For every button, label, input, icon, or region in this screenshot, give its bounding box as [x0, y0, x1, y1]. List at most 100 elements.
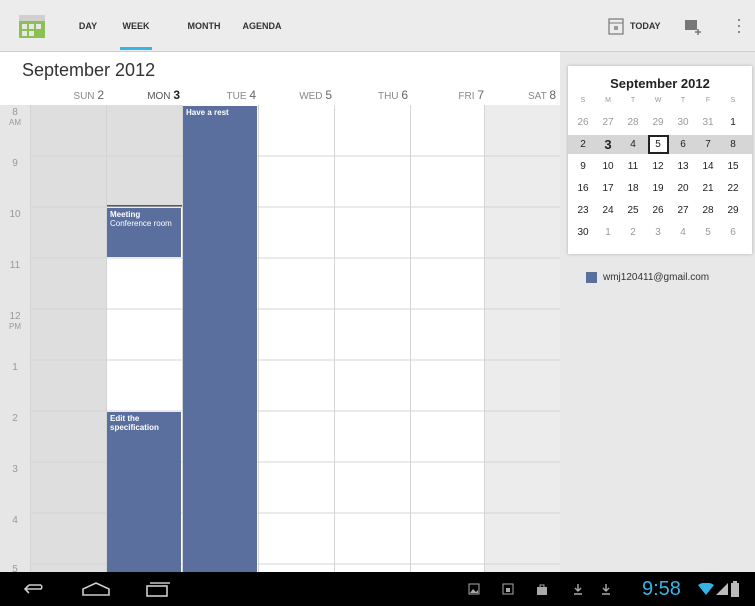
mini-day[interactable]: 29	[647, 114, 669, 132]
store-notification-icon[interactable]	[534, 572, 550, 606]
back-button[interactable]	[18, 572, 48, 606]
mini-day[interactable]: 26	[572, 114, 594, 132]
mini-day[interactable]: 31	[697, 114, 719, 132]
mini-day[interactable]: 10	[597, 158, 619, 176]
calendar-account-row[interactable]: wmj120411@gmail.com	[586, 272, 709, 283]
home-button[interactable]	[80, 572, 112, 606]
overflow-menu-icon	[738, 19, 740, 33]
today-button[interactable]: TODAY	[608, 0, 661, 52]
mini-day[interactable]: 27	[672, 202, 694, 220]
mini-day[interactable]: 1	[722, 114, 744, 132]
day-number: 6	[401, 88, 408, 102]
system-nav-bar: 9:58	[0, 572, 755, 606]
day-header-thu[interactable]: THU 6	[334, 88, 408, 104]
mini-day[interactable]: 30	[672, 114, 694, 132]
status-clock[interactable]: 9:58	[642, 572, 681, 606]
mini-day[interactable]: 20	[672, 180, 694, 198]
mini-day[interactable]: 2	[622, 224, 644, 242]
event-location: Conference room	[110, 219, 172, 228]
calendar-notification-icon[interactable]	[500, 572, 516, 606]
account-color-swatch	[586, 272, 597, 283]
mini-day[interactable]: 6	[722, 224, 744, 242]
mini-day[interactable]: 26	[647, 202, 669, 220]
grid-lines	[0, 105, 560, 572]
mini-day[interactable]: 2	[572, 136, 594, 154]
mini-day[interactable]: 4	[622, 136, 644, 154]
mini-day[interactable]: 25	[622, 202, 644, 220]
hour-label: 4	[12, 515, 18, 526]
event-meeting[interactable]: Meeting Conference room	[107, 208, 181, 257]
mini-day[interactable]: 6	[672, 136, 694, 154]
hour-label: 5	[12, 564, 18, 573]
wifi-icon	[698, 583, 714, 595]
tab-week[interactable]: WEEK	[114, 0, 158, 52]
day-header-sat[interactable]: SAT 8	[486, 88, 556, 104]
mini-day[interactable]: 21	[697, 180, 719, 198]
day-number: 8	[549, 88, 556, 102]
day-header-mon[interactable]: MON 3	[106, 88, 180, 104]
mini-day[interactable]: 23	[572, 202, 594, 220]
sidebar-panel	[560, 254, 755, 572]
day-number: 2	[97, 88, 104, 102]
mini-day[interactable]: 5	[697, 224, 719, 242]
hour-label: 12 PM	[9, 311, 21, 332]
mini-day[interactable]: 13	[672, 158, 694, 176]
mini-day[interactable]: 17	[597, 180, 619, 198]
event-edit-specification[interactable]: Edit the specification	[107, 412, 181, 572]
day-header-tue[interactable]: TUE 4	[182, 88, 256, 104]
mini-day[interactable]: 30	[572, 224, 594, 242]
mini-day[interactable]: 29	[722, 202, 744, 220]
hour-label: 1	[12, 362, 18, 373]
recent-apps-button[interactable]	[142, 572, 172, 606]
day-header-wed[interactable]: WED 5	[258, 88, 332, 104]
mini-day[interactable]: 28	[697, 202, 719, 220]
new-event-icon	[685, 20, 701, 35]
new-event-button[interactable]	[684, 0, 704, 52]
tab-day[interactable]: DAY	[70, 0, 106, 52]
mini-day[interactable]: 19	[647, 180, 669, 198]
day-header-sun[interactable]: SUN 2	[30, 88, 104, 104]
hour-label: 11	[9, 260, 21, 271]
tab-month[interactable]: MONTH	[182, 0, 226, 52]
mini-day[interactable]: 16	[572, 180, 594, 198]
mini-day-today[interactable]: 3	[597, 136, 619, 154]
today-label: TODAY	[630, 21, 661, 31]
mini-day[interactable]: 7	[697, 136, 719, 154]
mini-day-selected[interactable]: 5	[647, 136, 669, 154]
page-title: September 2012	[22, 60, 156, 80]
mini-dow: S	[580, 97, 586, 104]
mini-day[interactable]: 11	[622, 158, 644, 176]
mini-day[interactable]: 28	[622, 114, 644, 132]
download-notification-icon-2[interactable]	[598, 572, 614, 606]
gallery-notification-icon[interactable]	[466, 572, 482, 606]
mini-day[interactable]: 27	[597, 114, 619, 132]
home-icon	[82, 582, 110, 596]
mini-day[interactable]: 12	[647, 158, 669, 176]
day-name: FRI	[458, 91, 475, 102]
mini-day[interactable]: 14	[697, 158, 719, 176]
mini-day[interactable]: 1	[597, 224, 619, 242]
mini-dow: T	[680, 97, 686, 104]
day-name: THU	[377, 91, 399, 102]
mini-day[interactable]: 15	[722, 158, 744, 176]
mini-day[interactable]: 24	[597, 202, 619, 220]
day-name: TUE	[226, 91, 247, 102]
hour-label: 2	[12, 413, 18, 424]
overflow-menu-button[interactable]	[736, 0, 742, 52]
mini-day[interactable]: 3	[647, 224, 669, 242]
hour-label: 10	[9, 209, 21, 220]
mini-day[interactable]: 18	[622, 180, 644, 198]
mini-day[interactable]: 8	[722, 136, 744, 154]
day-header-fri[interactable]: FRI 7	[410, 88, 484, 104]
calendar-app-icon[interactable]	[18, 12, 46, 40]
hour-label: 8 AM	[9, 107, 21, 128]
mini-day[interactable]: 22	[722, 180, 744, 198]
download-notification-icon-1[interactable]	[570, 572, 586, 606]
download-icon	[602, 584, 610, 595]
event-have-a-rest[interactable]: Have a rest	[183, 106, 257, 572]
tab-agenda[interactable]: AGENDA	[238, 0, 286, 52]
hour-label: 3	[12, 464, 18, 475]
mini-day[interactable]: 4	[672, 224, 694, 242]
mini-day[interactable]: 9	[572, 158, 594, 176]
week-grid[interactable]: 8 AM 9 10 11 12 PM 1 2 3 4 5 Have a rest M…	[0, 105, 560, 572]
